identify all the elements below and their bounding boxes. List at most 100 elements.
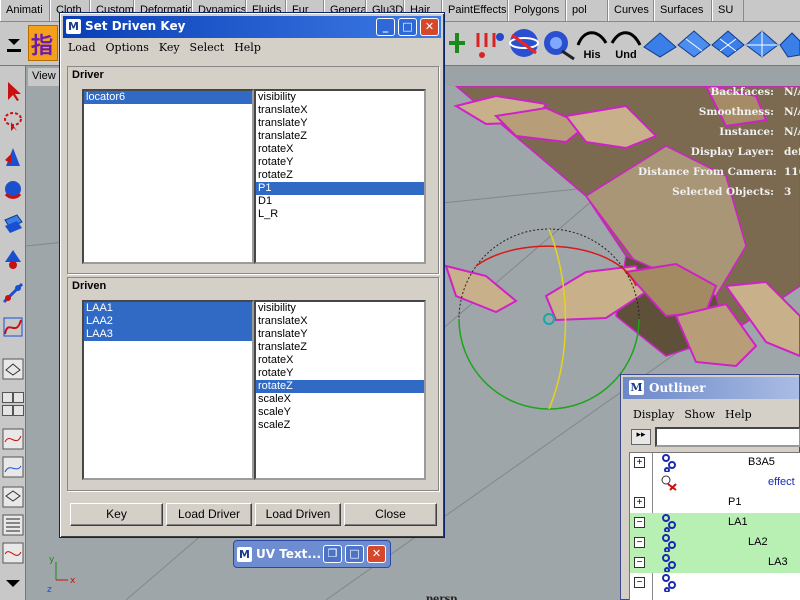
menu-help[interactable]: Help [721,407,756,421]
shelf-tab-curves[interactable]: Curves [608,0,654,21]
list-item[interactable]: LAA2 [84,315,252,328]
layout-graph-icon[interactable] [2,428,24,450]
collapse-icon[interactable]: − [634,577,645,588]
list-item[interactable]: D1 [256,195,424,208]
collapse-icon[interactable]: − [634,537,645,548]
maximize-icon[interactable]: □ [398,18,417,36]
plane-icon-5[interactable] [778,25,800,61]
menu-load[interactable]: Load [64,40,100,58]
load-driven-button[interactable]: Load Driven [255,503,341,526]
list-item[interactable]: visibility [256,302,424,315]
collapse-icon[interactable]: − [634,517,645,528]
outliner-search-input[interactable] [655,427,800,447]
tree-row[interactable]: + B3A5 [630,453,800,473]
layout-curve-editor-icon[interactable] [2,542,24,564]
plane-icon-3[interactable] [710,25,746,61]
uv-text-window[interactable]: M UV Text... ❐ □ ✕ [233,540,391,568]
layout-quad-icon-3[interactable] [2,405,13,416]
list-item[interactable]: locator6 [84,91,252,104]
tree-row[interactable]: effect [630,473,800,493]
list-item[interactable]: translateY [256,328,424,341]
lasso-tool-icon[interactable] [2,110,24,132]
menu-help[interactable]: Help [230,40,265,58]
close-icon[interactable]: ✕ [367,545,386,563]
shelf-tab-animation[interactable]: Animati [0,0,50,21]
sphere-tool-icon[interactable] [506,25,542,61]
plane-icon-1[interactable] [642,25,678,61]
dialog-title-bar[interactable]: M Set Driven Key _ □ ✕ [63,16,441,38]
list-item[interactable]: LAA3 [84,328,252,341]
driver-object-list[interactable]: locator6 [82,89,254,264]
menu-show[interactable]: Show [680,407,719,421]
list-item[interactable]: scaleY [256,406,424,419]
scale-tool-icon[interactable] [2,212,24,234]
list-item[interactable]: rotateY [256,156,424,169]
shelf-tab-pol[interactable]: pol [566,0,608,21]
list-item[interactable]: translateX [256,104,424,117]
undo-icon[interactable]: Und [608,25,644,61]
key-button[interactable]: Key [70,503,163,526]
list-item[interactable]: rotateZ [256,380,424,393]
shelf-tab-surfaces[interactable]: Surfaces [654,0,712,21]
list-item[interactable]: rotateX [256,354,424,367]
list-item[interactable]: rotateY [256,367,424,380]
layout-single-icon[interactable] [2,358,24,380]
move-tool-icon[interactable] [2,146,24,168]
layout-outliner-icon[interactable] [2,514,24,536]
expand-icon[interactable]: + [634,497,645,508]
restore-icon[interactable]: ❐ [323,545,342,563]
list-item[interactable]: translateZ [256,130,424,143]
shelf-tab-su[interactable]: SU [712,0,744,21]
outliner-tree[interactable]: + B3A5 effect + P1 − LA1 − LA2 − LA3 − [629,452,800,600]
list-item[interactable]: translateZ [256,341,424,354]
shelf-tab-polygons[interactable]: Polygons [508,0,566,21]
close-button[interactable]: Close [344,503,437,526]
list-item[interactable]: rotateZ [256,169,424,182]
green-cross-icon[interactable] [446,25,468,61]
shelf-tab-painteffects[interactable]: PaintEffects [442,0,508,21]
close-icon[interactable]: ✕ [420,18,439,36]
load-driver-button[interactable]: Load Driver [166,503,252,526]
list-item[interactable]: scaleZ [256,419,424,432]
sphere-cut-icon[interactable] [540,25,576,61]
layout-quad-icon-1[interactable] [2,392,13,403]
tree-row[interactable]: − LA2 [630,533,800,553]
select-tool-icon[interactable] [2,80,24,102]
plane-icon-4[interactable] [744,25,780,61]
tree-row[interactable]: − [630,573,800,593]
menu-select[interactable]: Select [186,40,229,58]
driven-object-list[interactable]: LAA1 LAA2 LAA3 [82,300,254,480]
list-item[interactable]: LAA1 [84,302,252,315]
layout-menu-icon[interactable] [2,572,24,594]
tree-row[interactable]: + P1 [630,493,800,513]
menu-options[interactable]: Options [102,40,153,58]
menu-key[interactable]: Key [155,40,184,58]
rotate-tool-icon[interactable] [2,178,24,200]
tree-row[interactable]: − LA3 [630,553,800,573]
list-item[interactable]: visibility [256,91,424,104]
list-item[interactable]: P1 [256,182,424,195]
manipulator-tool-icon[interactable] [2,248,24,270]
soft-mod-tool-icon[interactable] [2,282,24,304]
minimize-icon[interactable]: _ [376,18,395,36]
filter-icon[interactable]: ▸▸ [631,429,651,445]
expand-icon[interactable]: + [634,457,645,468]
list-item[interactable]: translateX [256,315,424,328]
tree-row[interactable]: − LA1 [630,513,800,533]
outliner-title-bar[interactable]: M Outliner [623,377,799,399]
shelf-menu-icon[interactable] [2,25,26,61]
layout-quad-icon-2[interactable] [13,392,24,403]
custom-chinese-icon[interactable]: 指 [28,25,58,61]
list-item[interactable]: rotateX [256,143,424,156]
driven-attribute-list[interactable]: visibility translateX translateY transla… [254,300,426,480]
collapse-icon[interactable]: − [634,557,645,568]
maximize-icon[interactable]: □ [345,545,364,563]
menu-display[interactable]: Display [629,407,678,421]
history-icon[interactable]: His [574,25,610,61]
list-item[interactable]: translateY [256,117,424,130]
list-item[interactable]: scaleX [256,393,424,406]
layout-persp-graph-icon[interactable] [2,456,24,478]
plane-icon-2[interactable] [676,25,712,61]
driver-attribute-list[interactable]: visibility translateX translateY transla… [254,89,426,264]
list-item[interactable]: L_R [256,208,424,221]
